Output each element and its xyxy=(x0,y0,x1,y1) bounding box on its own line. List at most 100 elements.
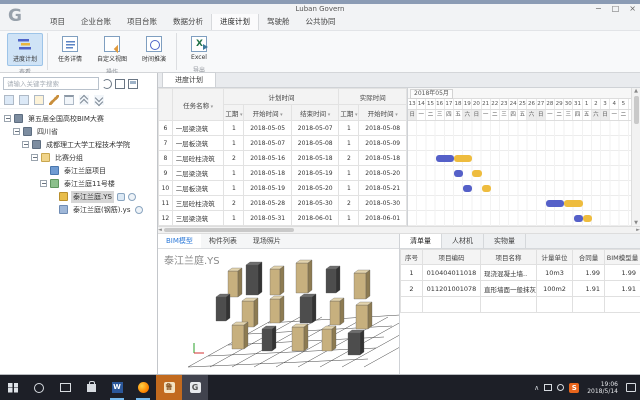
task-table-header[interactable]: 工期 ▾ xyxy=(339,105,359,121)
tree-item[interactable]: 泰江兰庭.YS xyxy=(0,190,157,203)
quantity-header[interactable]: 项目编码 xyxy=(423,250,481,265)
collapse-icon[interactable] xyxy=(22,141,29,148)
bim-tab-1[interactable]: 构件列表 xyxy=(201,234,245,248)
notification-icon[interactable] xyxy=(626,383,636,392)
scrollbar-thumb[interactable] xyxy=(164,228,294,232)
minimize-button[interactable]: − xyxy=(595,4,602,14)
task-row[interactable]: 10二层板浇筑12018-05-192018-05-2012018-05-21 xyxy=(159,181,407,196)
task-row[interactable]: 7一层板浇筑12018-05-072018-05-0812018-05-09 xyxy=(159,136,407,151)
gantt-bar-actual[interactable] xyxy=(472,170,481,177)
quantity-header[interactable]: 项目名称 xyxy=(481,250,537,265)
tree-item[interactable]: 成都理工大学工程技术学院 xyxy=(0,138,157,151)
quantity-header[interactable]: 计量单位 xyxy=(537,250,573,265)
task-row[interactable]: 11三层砼柱浇筑22018-05-282018-05-3022018-05-30 xyxy=(159,196,407,211)
vertical-scrollbar[interactable]: ▲ ▼ xyxy=(631,88,640,226)
ribbon-tab-2[interactable]: 项目台账 xyxy=(119,13,165,30)
task-row[interactable]: 12三层梁浇筑12018-05-312018-06-0112018-06-01 xyxy=(159,211,407,226)
collapse-icon[interactable] xyxy=(31,154,38,161)
edit-node-icon[interactable] xyxy=(19,95,29,105)
quantity-header[interactable]: 合同量 xyxy=(573,250,605,265)
task-table-header[interactable]: 实际时间 xyxy=(339,89,407,105)
task-table-header[interactable]: 结束时间 ▾ xyxy=(291,105,339,121)
gantt-bar-plan[interactable] xyxy=(574,215,583,222)
collapse-icon[interactable] xyxy=(13,128,20,135)
task-row[interactable]: 9二层梁浇筑12018-05-182018-05-1912018-05-20 xyxy=(159,166,407,181)
start-taskbar-button[interactable] xyxy=(0,375,26,400)
firefox-taskbar-button[interactable] xyxy=(130,375,156,400)
sort-icon[interactable]: ▾ xyxy=(394,112,398,118)
collapse-all-icon[interactable] xyxy=(79,95,89,105)
expand-all-icon[interactable] xyxy=(94,95,104,105)
ribbon-tab-0[interactable]: 项目 xyxy=(42,13,73,30)
sort-icon[interactable]: ▾ xyxy=(279,112,283,118)
search-input[interactable] xyxy=(3,77,99,90)
store-taskbar-button[interactable] xyxy=(78,375,104,400)
tab-progress-plan[interactable]: 进度计划 xyxy=(162,72,216,87)
gantt-bar-plan[interactable] xyxy=(463,185,472,192)
copy-node-icon[interactable] xyxy=(34,95,44,105)
quantity-row[interactable]: 2011201001078直形墙面一般抹灰..100m21.911.91 xyxy=(401,281,640,297)
quantity-row[interactable]: 1010404011018现浇混凝土墙..10m31.991.99 xyxy=(401,265,640,281)
quantity-header[interactable]: BIM模型量 xyxy=(605,250,640,265)
tray-clock[interactable]: 19:06 2018/5/14 xyxy=(584,381,621,395)
gantt-bar-actual[interactable] xyxy=(583,215,592,222)
ribbon-tab-3[interactable]: 数据分析 xyxy=(165,13,211,30)
bim-tab-2[interactable]: 现场照片 xyxy=(245,234,289,248)
app-logo-icon[interactable]: G xyxy=(8,3,22,29)
quantity-tab-0[interactable]: 清单量 xyxy=(400,234,442,248)
gantt-bar-plan[interactable] xyxy=(546,200,564,207)
excel-button[interactable]: Excel xyxy=(181,33,217,64)
tree-item[interactable]: 泰江兰庭(钢筋).ys xyxy=(0,203,157,216)
govern-taskbar-button[interactable]: G xyxy=(182,375,208,400)
search-taskbar-button[interactable] xyxy=(26,375,52,400)
task-row[interactable]: 6一层梁浇筑12018-05-052018-05-0712018-05-08 xyxy=(159,121,407,136)
collapse-icon[interactable] xyxy=(4,115,11,122)
refresh-icon[interactable] xyxy=(102,79,112,89)
ribbon-tab-6[interactable]: 公共协同 xyxy=(298,13,344,30)
ribbon-tab-1[interactable]: 企业台账 xyxy=(73,13,119,30)
task-table-header[interactable]: 计划时间 xyxy=(224,89,339,105)
horizontal-scrollbar[interactable]: ◄ ► xyxy=(158,226,640,234)
tree-item[interactable]: 第五届全国高校BIM大赛 xyxy=(0,112,157,125)
luban-taskbar-button[interactable]: 鲁 xyxy=(156,375,182,400)
scrollbar-thumb[interactable] xyxy=(634,96,639,124)
close-button[interactable]: × xyxy=(629,4,636,14)
delete-icon[interactable] xyxy=(64,95,74,105)
task-table-header[interactable]: 工期 ▾ xyxy=(224,105,244,121)
sort-icon[interactable]: ▾ xyxy=(353,112,357,118)
input-method-icon[interactable]: S xyxy=(569,383,579,393)
task-table-header[interactable] xyxy=(159,89,173,121)
gantt-bar-actual[interactable] xyxy=(564,200,582,207)
quantity-tab-2[interactable]: 实物量 xyxy=(484,234,526,248)
gantt-button[interactable]: 进度计划 xyxy=(7,33,43,66)
maximize-button[interactable]: □ xyxy=(612,4,620,14)
tree-item[interactable]: 比赛分组 xyxy=(0,151,157,164)
task-row[interactable]: 8二层砼柱浇筑22018-05-162018-05-1822018-05-18 xyxy=(159,151,407,166)
tile-icon[interactable] xyxy=(128,79,138,89)
gantt-bar-actual[interactable] xyxy=(454,155,472,162)
task-table-header[interactable]: 开始时间 ▾ xyxy=(244,105,292,121)
cascade-icon[interactable] xyxy=(115,79,125,89)
tree-item[interactable]: 泰江兰庭项目 xyxy=(0,164,157,177)
network-icon[interactable] xyxy=(544,384,552,391)
gantt-bar-actual[interactable] xyxy=(482,185,491,192)
task-table-header[interactable]: 开始时间 ▾ xyxy=(359,105,407,121)
scroll-left-icon[interactable]: ◄ xyxy=(158,227,162,233)
time-button[interactable]: 时间推演 xyxy=(136,33,172,66)
rename-icon[interactable] xyxy=(49,95,59,105)
volume-icon[interactable] xyxy=(557,384,564,391)
add-node-icon[interactable] xyxy=(4,95,14,105)
custom-view-button[interactable]: 自定义视图 xyxy=(94,33,130,66)
quantity-tab-1[interactable]: 人材机 xyxy=(442,234,484,248)
tray-chevron-icon[interactable]: ∧ xyxy=(534,384,539,392)
gantt-bar-plan[interactable] xyxy=(436,155,454,162)
scroll-up-icon[interactable]: ▲ xyxy=(634,88,638,94)
collapse-icon[interactable] xyxy=(40,180,47,187)
task-detail-button[interactable]: 任务详情 xyxy=(52,33,88,66)
scroll-right-icon[interactable]: ► xyxy=(636,227,640,233)
task-table-header[interactable]: 任务名称 ▾ xyxy=(172,89,224,121)
tree-item[interactable]: 四川省 xyxy=(0,125,157,138)
bim-tab-0[interactable]: BIM模型 xyxy=(158,234,201,248)
sort-icon[interactable]: ▾ xyxy=(238,112,242,118)
bim-3d-view[interactable]: 泰江兰庭.YS xyxy=(158,249,399,374)
